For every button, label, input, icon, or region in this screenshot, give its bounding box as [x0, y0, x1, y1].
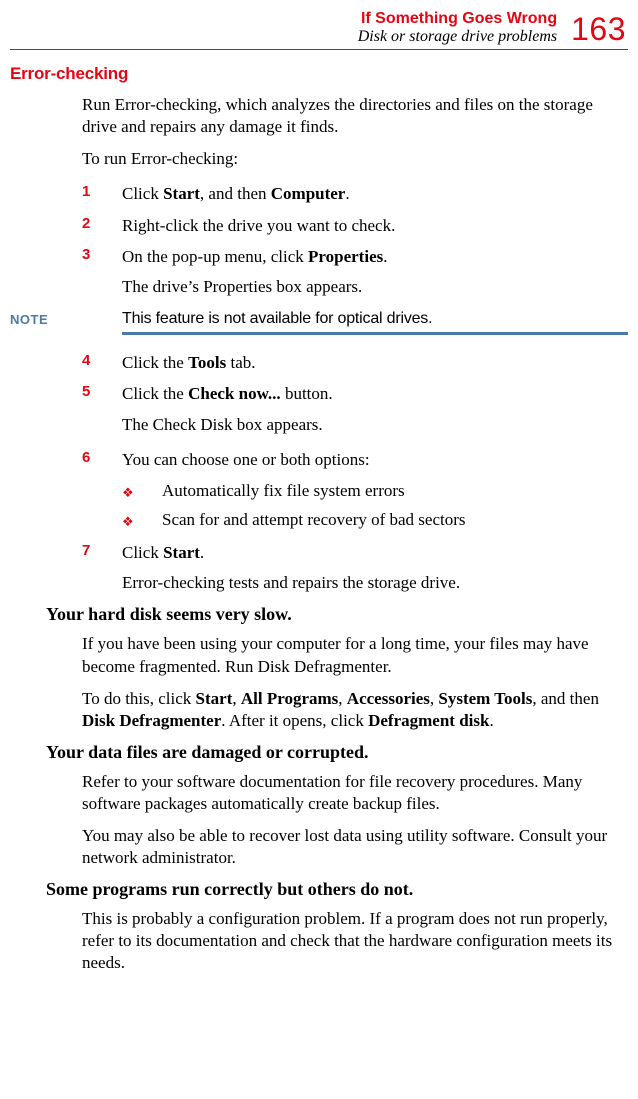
- para: This is probably a configuration problem…: [82, 908, 628, 974]
- page-header: If Something Goes Wrong Disk or storage …: [10, 10, 628, 45]
- step-number: 6: [82, 446, 90, 470]
- note-text: This feature is not available for optica…: [122, 310, 628, 328]
- section-title-error-checking: Error-checking: [10, 64, 628, 84]
- step-text: Click the Check now... button.: [122, 384, 333, 403]
- steps-list: 1 Click Start, and then Computer. 2 Righ…: [82, 180, 628, 270]
- step-7: 7 Click Start.: [82, 539, 628, 566]
- header-section: Disk or storage drive problems: [358, 28, 557, 46]
- para: If you have been using your computer for…: [82, 633, 628, 677]
- para-torun: To run Error-checking:: [82, 148, 628, 170]
- step-text: Click Start.: [122, 543, 204, 562]
- step-number: 1: [82, 180, 90, 204]
- header-chapter: If Something Goes Wrong: [358, 10, 557, 28]
- step-number: 5: [82, 380, 90, 404]
- options-list: ❖ Automatically fix file system errors ❖…: [122, 477, 628, 533]
- step-text: Right-click the drive you want to check.: [122, 216, 395, 235]
- step-7-continuation: Error-checking tests and repairs the sto…: [82, 572, 628, 594]
- step-5: 5 Click the Check now... button.: [82, 380, 628, 407]
- step-number: 7: [82, 539, 90, 563]
- note-block: NOTE This feature is not available for o…: [10, 310, 628, 335]
- para: Refer to your software documentation for…: [82, 771, 628, 815]
- step-3-continuation: The drive’s Properties box appears.: [82, 276, 628, 298]
- option-text: Automatically fix file system errors: [162, 481, 405, 500]
- steps-list-cont: 4 Click the Tools tab. 5 Click the Check…: [82, 349, 628, 407]
- step-2: 2 Right-click the drive you want to chec…: [82, 212, 628, 239]
- option-item: ❖ Automatically fix file system errors: [122, 477, 628, 504]
- step-text: Click Start, and then Computer.: [122, 184, 350, 203]
- step-number: 4: [82, 349, 90, 373]
- diamond-icon: ❖: [122, 512, 134, 533]
- header-rule: [10, 49, 628, 50]
- subhead-some-programs: Some programs run correctly but others d…: [46, 879, 628, 900]
- note-rule: [122, 332, 628, 335]
- page-number: 163: [571, 13, 626, 45]
- option-text: Scan for and attempt recovery of bad sec…: [162, 510, 466, 529]
- step-text: Click the Tools tab.: [122, 353, 256, 372]
- subhead-data-damaged: Your data files are damaged or corrupted…: [46, 742, 628, 763]
- step-text: On the pop-up menu, click Properties.: [122, 247, 387, 266]
- step-4: 4 Click the Tools tab.: [82, 349, 628, 376]
- para: You may also be able to recover lost dat…: [82, 825, 628, 869]
- step-number: 2: [82, 212, 90, 236]
- step-number: 3: [82, 243, 90, 267]
- diamond-icon: ❖: [122, 483, 134, 504]
- step-text: You can choose one or both options:: [122, 450, 370, 469]
- subhead-slow-disk: Your hard disk seems very slow.: [46, 604, 628, 625]
- para-intro: Run Error-checking, which analyzes the d…: [82, 94, 628, 138]
- step-3: 3 On the pop-up menu, click Properties.: [82, 243, 628, 270]
- option-item: ❖ Scan for and attempt recovery of bad s…: [122, 506, 628, 533]
- step-5-continuation: The Check Disk box appears.: [82, 414, 628, 436]
- note-label: NOTE: [10, 310, 122, 327]
- para: To do this, click Start, All Programs, A…: [82, 688, 628, 732]
- step-1: 1 Click Start, and then Computer.: [82, 180, 628, 207]
- step-6: 6 You can choose one or both options:: [82, 446, 628, 473]
